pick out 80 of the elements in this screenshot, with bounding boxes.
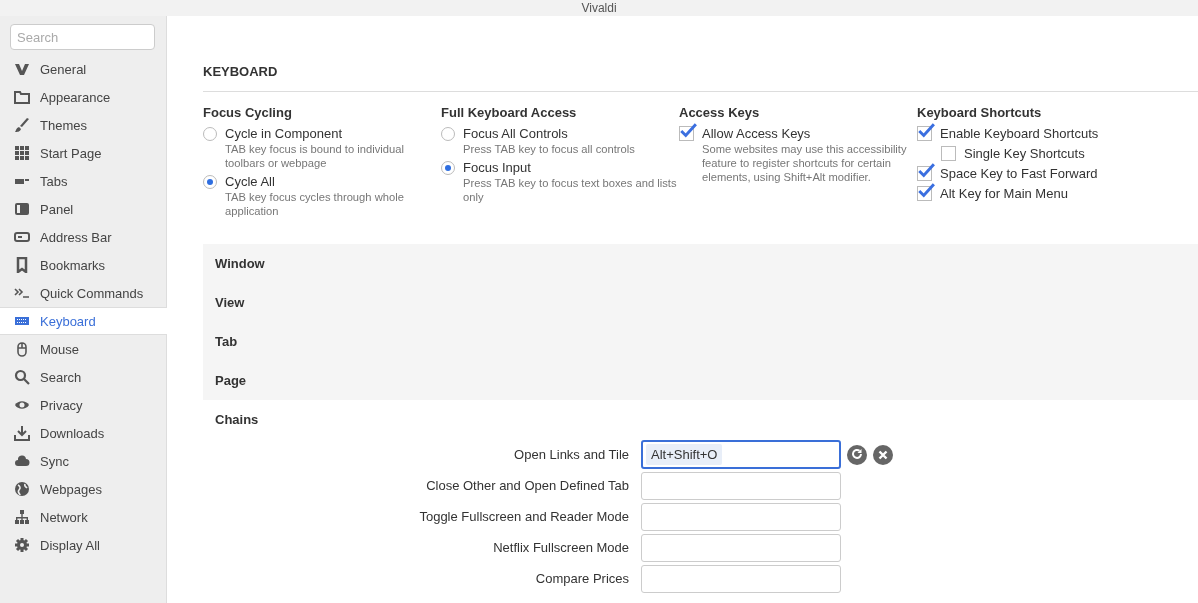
group-title: Keyboard Shortcuts [917, 105, 1043, 120]
option-description: Press TAB key to focus all controls [463, 142, 636, 156]
shortcut-field[interactable] [641, 502, 841, 531]
reset-icon[interactable] [847, 444, 867, 465]
group-title: Access Keys [679, 105, 761, 120]
radio-button[interactable] [203, 175, 217, 189]
shortcut-field[interactable] [641, 533, 841, 562]
panel-icon [14, 201, 30, 217]
sidebar-item[interactable]: Search [0, 363, 166, 391]
mouse-icon [14, 341, 30, 357]
network-icon [14, 509, 30, 525]
category-row[interactable]: Page [203, 361, 1198, 400]
sidebar-item[interactable]: Mouse [0, 335, 166, 363]
shortcut-label: Close Other and Open Defined Tab [425, 478, 630, 493]
sidebar-item[interactable]: Tabs [0, 167, 166, 195]
sidebar-item[interactable]: Network [0, 503, 166, 531]
option-description: Press TAB key to focus text boxes and lists only [463, 176, 678, 204]
sidebar-item[interactable]: Themes [0, 111, 166, 139]
sidebar-item[interactable]: Keyboard [0, 307, 167, 335]
option-description: TAB key focus cycles through whole application [225, 190, 405, 218]
checkbox[interactable] [679, 126, 694, 141]
radio-button[interactable] [203, 127, 217, 141]
clear-icon[interactable] [873, 444, 893, 465]
grid-icon [14, 145, 30, 161]
sidebar-item[interactable]: Sync [0, 447, 166, 475]
shortcut-label: Toggle Fullscreen and Reader Mode [418, 509, 630, 524]
radio-button[interactable] [441, 161, 455, 175]
search-field[interactable]: Search [10, 24, 155, 50]
key-chip: Alt+Shift+O [646, 444, 723, 465]
sidebar-item[interactable]: Privacy [0, 391, 166, 419]
checkbox[interactable] [917, 166, 932, 181]
sidebar-item[interactable]: Bookmarks [0, 251, 166, 279]
shortcut-label: Netflix Fullscreen Mode [492, 540, 630, 555]
checkbox[interactable] [917, 126, 932, 141]
window-icon [14, 89, 30, 105]
checkbox[interactable] [917, 186, 932, 201]
shortcut-field[interactable]: Alt+Shift+O [641, 440, 841, 469]
download-icon [14, 425, 30, 441]
radio-button[interactable] [441, 127, 455, 141]
option-label: Focus All Controls [463, 126, 569, 142]
option-description: Some websites may use this accessibility feature to register shortcuts for certain elements, using Shift+Alt modifier. [702, 142, 908, 184]
cloud-icon [14, 453, 30, 469]
brush-icon [14, 117, 30, 133]
globe-icon [14, 481, 30, 497]
option-label: Cycle in Component [225, 126, 344, 142]
option-label: Enable Keyboard Shortcuts [940, 126, 1099, 142]
sidebar-item[interactable]: Start Page [0, 139, 166, 167]
category-row[interactable]: View [203, 283, 1198, 322]
v-logo-icon [14, 61, 30, 77]
shortcut-field[interactable] [641, 471, 841, 500]
option-label: Focus Input [463, 160, 532, 176]
checkbox[interactable] [941, 146, 956, 161]
sidebar-item[interactable]: Display All [0, 531, 166, 559]
sidebar-item[interactable]: Appearance [0, 83, 166, 111]
settings-icon [14, 537, 30, 553]
option-description: TAB key focus is bound to individual toolbars or webpage [225, 142, 405, 170]
option-label: Space Key to Fast Forward [940, 166, 1098, 182]
sidebar-item[interactable]: Quick Commands [0, 279, 166, 307]
bookmark-icon [14, 257, 30, 273]
sidebar-item[interactable]: Panel [0, 195, 166, 223]
section-title: KEYBOARD [203, 64, 279, 79]
group-title: Full Keyboard Access [441, 105, 578, 120]
sidebar-item[interactable]: Webpages [0, 475, 166, 503]
group-title: Focus Cycling [203, 105, 293, 120]
sidebar-item[interactable]: Downloads [0, 419, 166, 447]
option-label: Cycle All [225, 174, 276, 190]
category-row[interactable]: Window [203, 244, 1198, 283]
option-label: Alt Key for Main Menu [940, 186, 1068, 202]
sidebar-item[interactable]: General [0, 55, 166, 83]
window-title: Vivaldi [581, 1, 617, 15]
command-prompt-icon [14, 285, 30, 301]
option-label: Single Key Shortcuts [964, 146, 1085, 162]
search-icon [14, 369, 30, 385]
shortcut-field[interactable] [641, 564, 841, 593]
shortcut-label: Compare Prices [534, 571, 630, 586]
address-bar-icon [14, 229, 30, 245]
sidebar-item[interactable]: Address Bar [0, 223, 166, 251]
option-label: Allow Access Keys [702, 126, 812, 142]
shortcut-label: Open Links and Tile [513, 447, 630, 462]
category-row[interactable]: Tab [203, 322, 1198, 361]
